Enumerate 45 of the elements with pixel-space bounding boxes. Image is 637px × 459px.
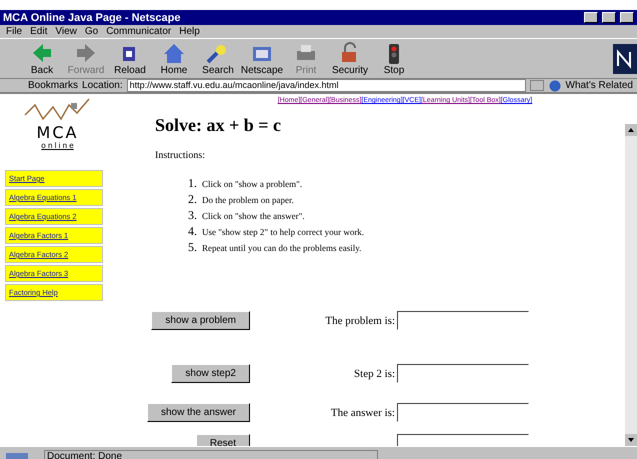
list-number: 3. bbox=[188, 208, 198, 223]
connection-icon bbox=[4, 450, 30, 459]
page-heading: Solve: ax + b = c bbox=[155, 115, 282, 136]
menu-item[interactable]: Communicator bbox=[106, 26, 172, 37]
status-text: Document: Done bbox=[44, 450, 378, 459]
toolbar-button[interactable]: Home bbox=[152, 41, 196, 76]
maximize-button[interactable] bbox=[602, 12, 616, 23]
action-button[interactable]: show a problem bbox=[151, 311, 250, 330]
window-title: MCA Online Java Page - Netscape bbox=[3, 12, 182, 24]
menu-item[interactable]: Help bbox=[179, 26, 200, 37]
instructions-label: Instructions: bbox=[155, 150, 206, 161]
toolbar-button[interactable]: Back bbox=[20, 41, 64, 76]
toolbar-button[interactable]: Search bbox=[196, 41, 240, 76]
location-label: Location: bbox=[82, 80, 123, 91]
globe-icon bbox=[548, 80, 562, 92]
toolbar-button[interactable]: Reload bbox=[108, 41, 152, 76]
field-label: The answer is: bbox=[330, 406, 396, 418]
whats-related-button[interactable]: What's Related bbox=[566, 80, 633, 91]
list-number: 4. bbox=[188, 224, 198, 239]
field-label: Step 2 is: bbox=[354, 368, 396, 380]
menu-item[interactable]: Go bbox=[84, 26, 98, 37]
menu-item[interactable]: File bbox=[6, 26, 22, 37]
url-field[interactable]: http://www.staff.vu.edu.au/mcaonline/java/index.html bbox=[126, 79, 526, 92]
close-button[interactable] bbox=[620, 12, 634, 23]
list-number: 5. bbox=[188, 240, 198, 255]
instruction-text: Repeat until you can do the problems easily. bbox=[202, 243, 362, 253]
bookmarks-button[interactable]: Bookmarks bbox=[28, 80, 78, 91]
field-label: The problem is: bbox=[325, 314, 396, 326]
logo-subtitle: o n l i n e bbox=[41, 141, 74, 150]
action-button[interactable]: show the answer bbox=[146, 403, 250, 422]
menu-item[interactable]: View bbox=[55, 26, 77, 37]
instruction-text: Use "show step 2" to help correct your work. bbox=[202, 227, 364, 237]
instruction-text: Do the problem on paper. bbox=[202, 195, 294, 205]
instruction-text: Click on "show a problem". bbox=[202, 179, 302, 189]
menu-item[interactable]: Edit bbox=[30, 26, 48, 37]
toolbar-button[interactable]: Netscape bbox=[240, 41, 284, 76]
action-button[interactable]: show step2 bbox=[171, 364, 250, 383]
toolbar-button[interactable]: Security bbox=[328, 41, 372, 76]
logo-text: MCA bbox=[36, 125, 78, 141]
action-button[interactable]: Reset bbox=[196, 434, 250, 446]
instruction-text: Click on "show the answer". bbox=[202, 211, 305, 221]
toolbar-button[interactable]: Stop bbox=[372, 41, 416, 76]
minimize-button[interactable] bbox=[584, 12, 598, 23]
list-number: 2. bbox=[188, 192, 198, 207]
list-number: 1. bbox=[188, 176, 198, 191]
